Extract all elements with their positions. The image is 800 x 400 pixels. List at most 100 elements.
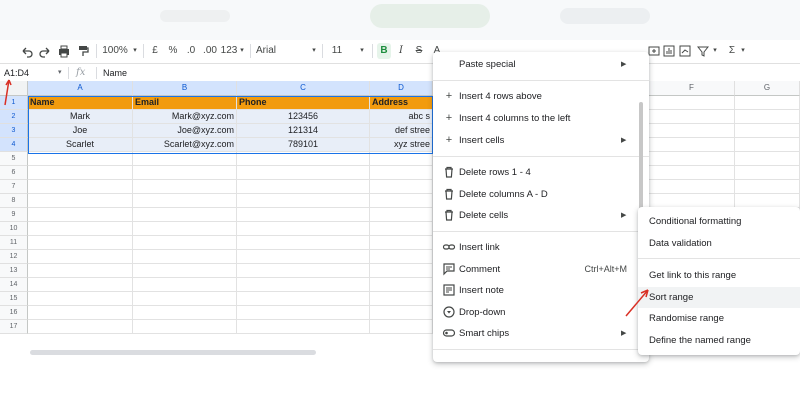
zoom-select[interactable]: 100% xyxy=(100,43,130,59)
empty-cell[interactable] xyxy=(28,278,133,292)
empty-cell[interactable] xyxy=(133,180,237,194)
menu-item-dropdown[interactable]: Drop-down xyxy=(433,302,649,323)
empty-cell[interactable] xyxy=(237,320,370,334)
table-header-cell[interactable]: Address xyxy=(370,96,433,110)
row-header[interactable]: 14 xyxy=(0,278,28,292)
row-header[interactable]: 15 xyxy=(0,292,28,306)
empty-cell[interactable] xyxy=(735,194,800,208)
empty-cell[interactable] xyxy=(370,166,433,180)
empty-cell[interactable] xyxy=(735,96,800,110)
menu-item-insert-rows[interactable]: + Insert 4 rows above xyxy=(433,86,649,107)
empty-cell[interactable] xyxy=(649,138,735,152)
empty-cell[interactable] xyxy=(133,208,237,222)
empty-cell[interactable] xyxy=(133,278,237,292)
empty-cell[interactable] xyxy=(28,306,133,320)
chevron-down-icon[interactable]: ▾ xyxy=(58,66,62,80)
table-cell[interactable]: Joe@xyz.com xyxy=(133,124,237,138)
empty-cell[interactable] xyxy=(133,222,237,236)
row-header[interactable]: 2 xyxy=(0,110,28,124)
empty-cell[interactable] xyxy=(370,236,433,250)
table-cell[interactable]: Scarlet xyxy=(28,138,133,152)
menu-item-insert-note[interactable]: Insert note xyxy=(433,280,649,301)
empty-cell[interactable] xyxy=(649,96,735,110)
font-size-select[interactable]: 11 xyxy=(330,43,344,59)
select-all-corner[interactable] xyxy=(0,81,28,96)
table-header-cell[interactable]: Phone xyxy=(237,96,370,110)
empty-cell[interactable] xyxy=(370,306,433,320)
empty-cell[interactable] xyxy=(237,208,370,222)
empty-cell[interactable] xyxy=(133,194,237,208)
table-cell[interactable]: Scarlet@xyz.com xyxy=(133,138,237,152)
undo-icon[interactable] xyxy=(20,43,34,59)
menu-item-insert-link[interactable]: Insert link xyxy=(433,237,649,258)
menu-item-comment[interactable]: Comment Ctrl+Alt+M xyxy=(433,259,649,280)
decrease-decimal-button[interactable]: .0 xyxy=(183,43,199,59)
more-formats-button[interactable]: 123 xyxy=(220,43,238,59)
empty-cell[interactable] xyxy=(28,264,133,278)
chevron-down-icon[interactable]: ▾ xyxy=(739,43,747,59)
empty-cell[interactable] xyxy=(237,292,370,306)
percent-format-button[interactable]: % xyxy=(167,43,179,59)
empty-cell[interactable] xyxy=(237,194,370,208)
empty-cell[interactable] xyxy=(370,180,433,194)
table-cell[interactable]: Joe xyxy=(28,124,133,138)
print-icon[interactable] xyxy=(57,43,71,59)
empty-cell[interactable] xyxy=(133,264,237,278)
row-header[interactable]: 3 xyxy=(0,124,28,138)
menu-item-insert-cells[interactable]: + Insert cells ▶ xyxy=(433,130,649,151)
empty-cell[interactable] xyxy=(237,166,370,180)
italic-button[interactable]: I xyxy=(395,43,407,59)
empty-cell[interactable] xyxy=(133,236,237,250)
table-cell[interactable]: abc s xyxy=(370,110,433,124)
row-header[interactable]: 13 xyxy=(0,264,28,278)
column-header-a[interactable]: A xyxy=(28,81,133,96)
row-header[interactable]: 8 xyxy=(0,194,28,208)
empty-cell[interactable] xyxy=(735,152,800,166)
empty-cell[interactable] xyxy=(237,278,370,292)
menu-item-delete-rows[interactable]: Delete rows 1 - 4 xyxy=(433,162,649,183)
empty-cell[interactable] xyxy=(237,306,370,320)
table-header-cell[interactable]: Name xyxy=(28,96,133,110)
empty-cell[interactable] xyxy=(370,264,433,278)
empty-cell[interactable] xyxy=(28,166,133,180)
empty-cell[interactable] xyxy=(28,250,133,264)
empty-cell[interactable] xyxy=(735,138,800,152)
row-header[interactable]: 17 xyxy=(0,320,28,334)
paint-format-icon[interactable] xyxy=(76,43,90,59)
empty-cell[interactable] xyxy=(649,110,735,124)
chevron-down-icon[interactable]: ▾ xyxy=(131,43,139,59)
empty-cell[interactable] xyxy=(735,110,800,124)
empty-cell[interactable] xyxy=(649,166,735,180)
empty-cell[interactable] xyxy=(370,292,433,306)
empty-cell[interactable] xyxy=(133,166,237,180)
row-header[interactable]: 6 xyxy=(0,166,28,180)
name-box[interactable]: A1:D4 xyxy=(4,66,29,80)
currency-format-button[interactable]: £ xyxy=(149,43,161,59)
menu-item-randomise-range[interactable]: Randomise range xyxy=(638,308,800,329)
table-cell[interactable]: 123456 xyxy=(237,110,370,124)
horizontal-scrollbar[interactable] xyxy=(0,349,432,357)
chevron-down-icon[interactable]: ▾ xyxy=(358,43,366,59)
filter-icon[interactable] xyxy=(697,43,709,59)
empty-cell[interactable] xyxy=(237,250,370,264)
table-cell[interactable]: Mark xyxy=(28,110,133,124)
table-cell[interactable]: xyz stree xyxy=(370,138,433,152)
empty-cell[interactable] xyxy=(237,236,370,250)
bold-button[interactable]: B xyxy=(377,43,391,59)
redo-icon[interactable] xyxy=(38,43,52,59)
empty-cell[interactable] xyxy=(133,306,237,320)
empty-cell[interactable] xyxy=(28,194,133,208)
column-header-f[interactable]: F xyxy=(649,81,735,96)
strikethrough-button[interactable]: S xyxy=(413,43,425,59)
table-cell[interactable]: def stree xyxy=(370,124,433,138)
formula-input[interactable]: Name xyxy=(103,66,127,80)
menu-item-sort-range[interactable]: Sort range xyxy=(638,287,800,308)
row-header[interactable]: 10 xyxy=(0,222,28,236)
empty-cell[interactable] xyxy=(735,124,800,138)
table-cell[interactable]: 121314 xyxy=(237,124,370,138)
empty-cell[interactable] xyxy=(28,236,133,250)
empty-cell[interactable] xyxy=(28,208,133,222)
font-select[interactable]: Arial xyxy=(256,43,296,59)
empty-cell[interactable] xyxy=(735,180,800,194)
table-header-cell[interactable]: Email xyxy=(133,96,237,110)
